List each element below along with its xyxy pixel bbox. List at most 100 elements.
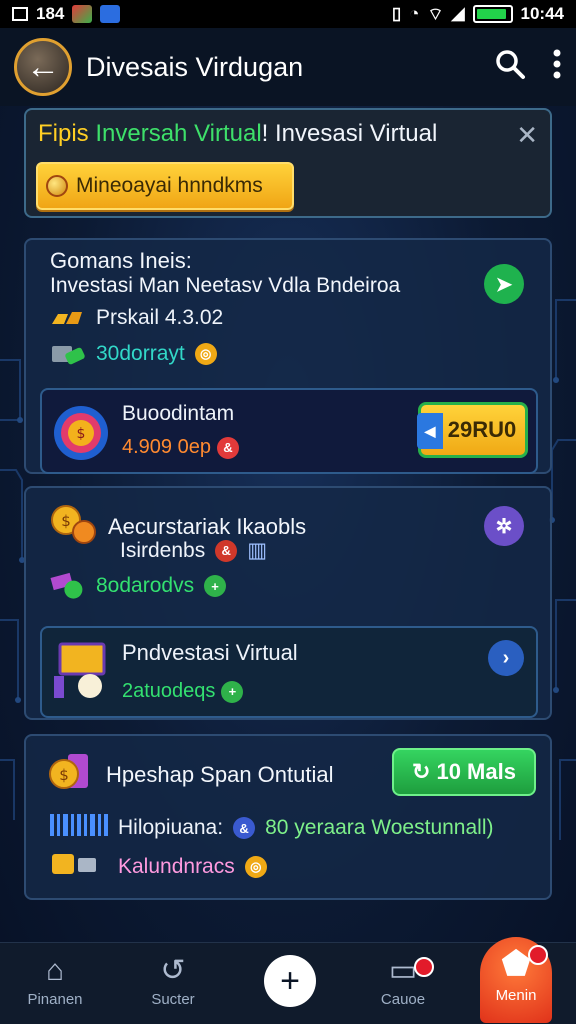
- vibrate-icon: ▯: [391, 4, 402, 23]
- coin-icon: ◎: [244, 856, 267, 878]
- banner-button-label: Mineoayai hnndkms: [76, 174, 263, 197]
- coin-icon: ◎: [194, 343, 217, 365]
- status-time-left: 184: [36, 4, 65, 23]
- investment-card: Gomans Ineis: Investasi Man Neetasv Vdla…: [24, 238, 552, 474]
- calendar-icon: ▥: [247, 539, 268, 562]
- coins-stack-icon: $: [48, 750, 94, 800]
- plus-circle-icon: +: [221, 680, 244, 703]
- bottom-navigation: ⌂ Pinanen ↺ Sucter + ▭ Cauoe ⬟ Menin: [0, 937, 576, 1024]
- inner-investment-panel[interactable]: Pndvestasi Virtual 2atuodeqs + ›: [40, 626, 538, 718]
- list-item: 8odarodvs +: [50, 572, 227, 600]
- banner-title: Fipis Inversah Virtual! Invesasi Virtual: [38, 120, 538, 148]
- search-icon[interactable]: [494, 48, 526, 86]
- ticket-icon: [50, 572, 86, 600]
- back-arrow-icon: ←: [26, 47, 60, 86]
- inner-forward-button[interactable]: ›: [488, 640, 524, 676]
- plus-icon: +: [280, 961, 300, 1000]
- offer-button[interactable]: ↻ 10 Mals: [392, 748, 536, 796]
- nav-item-history[interactable]: ↺ Sucter: [128, 951, 218, 1008]
- tag-icon: &: [215, 539, 238, 562]
- offer-button-label: 10 Mals: [436, 759, 516, 784]
- nav-item-wallet[interactable]: ▭ Cauoe: [358, 951, 448, 1008]
- list-item: Hilopiuana: & 80 yeraara Woestunnall): [50, 814, 493, 842]
- battery-icon: [472, 5, 513, 23]
- list-item: Kalundnracs ◎: [50, 850, 267, 884]
- card-title: Aecurstariak Ikaobls: [108, 514, 307, 539]
- signal-icon: ◢: [451, 4, 465, 23]
- status-bar: 184 ▯ ◔ ⌔ ◢ 10:44: [0, 0, 576, 28]
- status-time-right: 10:44: [520, 4, 564, 23]
- row-value: 80 yeraara Woestunnall): [265, 816, 494, 839]
- list-item: Isirdenbs & ▥: [120, 538, 267, 563]
- banner-title-part1: Fipis: [38, 120, 96, 147]
- list-item: Prskail 4.3.02: [50, 304, 223, 332]
- tag-icon: &: [233, 817, 256, 839]
- add-button[interactable]: +: [264, 955, 316, 1007]
- svg-text:$: $: [59, 766, 69, 784]
- row-value: 30dorrayt: [96, 342, 185, 365]
- chevron-right-icon: ➤: [495, 273, 513, 296]
- tag-icon: &: [216, 436, 239, 459]
- app-bar: ← Divesais Virdugan: [0, 28, 576, 106]
- inner-value-row: 4.909 0ep &: [122, 436, 239, 459]
- notification-icon: [12, 7, 28, 21]
- back-button[interactable]: ←: [14, 38, 72, 96]
- close-icon[interactable]: ✕: [516, 120, 538, 151]
- row-label: Hilopiuana:: [118, 816, 224, 839]
- svg-text:$: $: [77, 426, 86, 442]
- inner-value-button[interactable]: ◀ 29RU0: [417, 402, 528, 458]
- nav-label: Menin: [495, 987, 537, 1004]
- inner-value: 2atuodeqs: [122, 680, 216, 702]
- card-title-row: $ Hpeshap Span Ontutial: [48, 750, 334, 800]
- inner-button-label: 29RU0: [447, 417, 517, 442]
- badge-icon: ✲: [495, 515, 513, 538]
- chevron-right-icon: ›: [502, 646, 510, 669]
- investment-card: $ Aecurstariak Ikaobls ✲ Isirdenbs & ▥ 8…: [24, 486, 552, 720]
- target-coin-icon: $: [52, 404, 110, 467]
- list-item: 30dorrayt ◎: [50, 340, 217, 368]
- alarm-icon: ◔: [409, 4, 420, 23]
- refresh-icon: ↺: [160, 954, 186, 987]
- inner-value: 4.909 0ep: [122, 436, 211, 458]
- caret-left-icon: ◀: [417, 413, 443, 449]
- row-label: Isirdenbs: [120, 538, 206, 562]
- wifi-icon: ⌔: [427, 4, 444, 24]
- nav-item-home[interactable]: ⌂ Pinanen: [10, 951, 100, 1008]
- row-label: Prskail 4.3.02: [96, 306, 224, 329]
- offer-card: $ Hpeshap Span Ontutial ↻ 10 Mals Hilopi…: [24, 734, 552, 900]
- row-value: Kalundnracs: [118, 855, 235, 878]
- card-title: Gomans Ineis:: [50, 248, 192, 273]
- cash-register-icon: [50, 340, 86, 368]
- nav-label: Cauoe: [380, 991, 426, 1008]
- home-icon: ⌂: [45, 954, 65, 987]
- coin-icon: [46, 175, 68, 197]
- inner-investment-panel[interactable]: $ Buoodintam 4.909 0ep & ◀ 29RU0: [40, 388, 538, 474]
- app-notification-icon: [72, 5, 93, 23]
- notification-badge: [414, 957, 434, 977]
- page-title: Divesais Virdugan: [86, 51, 304, 82]
- svg-text:$: $: [61, 512, 71, 530]
- nav-label: Sucter: [151, 991, 195, 1008]
- inner-title: Pndvestasi Virtual: [122, 640, 298, 665]
- row-value: 8odarodvs: [96, 574, 195, 597]
- notification-badge: [528, 945, 548, 965]
- card-action-button[interactable]: ✲: [484, 506, 524, 546]
- barcode-icon: [50, 814, 108, 842]
- refresh-icon: ↻: [412, 759, 431, 784]
- wallet-coin-icon: [50, 850, 108, 884]
- wallet-icon: ▭: [388, 954, 418, 987]
- coins-icon: $: [50, 502, 96, 552]
- banner-action-button[interactable]: Mineoayai hnndkms: [36, 162, 294, 210]
- nav-item-menu[interactable]: ⬟ Menin: [480, 937, 552, 1023]
- card-title: Hpeshap Span Ontutial: [106, 762, 334, 787]
- gold-bars-icon: [50, 304, 86, 332]
- computer-icon: [52, 640, 110, 707]
- banner-title-part3: ! Invesasi Virtual: [261, 120, 438, 147]
- plus-circle-icon: +: [204, 575, 227, 597]
- inner-title: Buoodintam: [122, 402, 235, 425]
- more-options-icon[interactable]: [552, 48, 562, 86]
- promo-banner: Fipis Inversah Virtual! Invesasi Virtual…: [24, 108, 552, 218]
- banner-title-part2: Inversah Virtual: [95, 120, 262, 147]
- card-forward-button[interactable]: ➤: [484, 264, 524, 304]
- app-notification-icon-2: [100, 5, 121, 23]
